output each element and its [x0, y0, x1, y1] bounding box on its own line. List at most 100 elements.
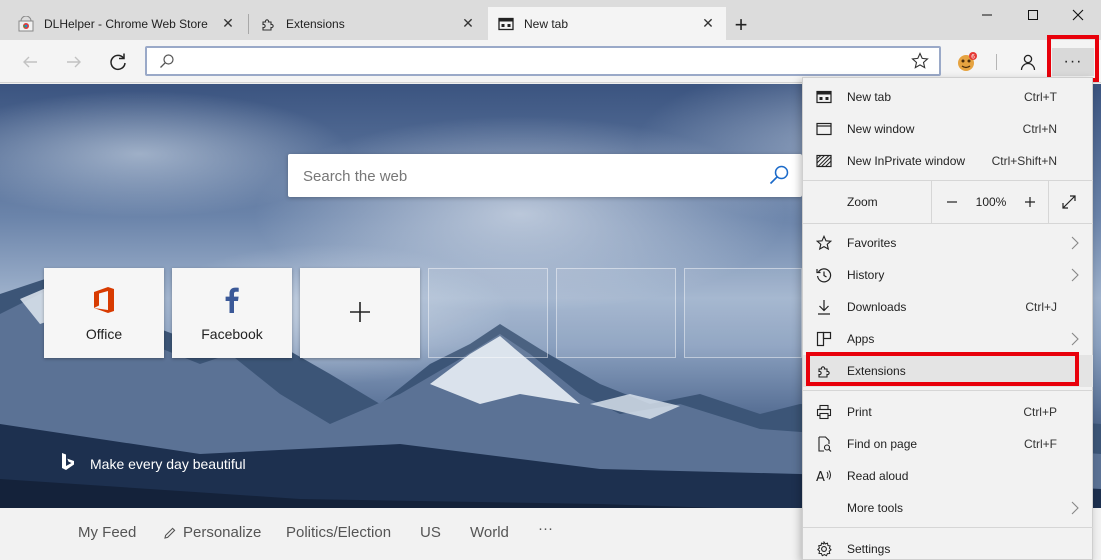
chrome-webstore-icon: [18, 15, 34, 32]
apps-icon: [816, 331, 832, 347]
extension-dlhelper-icon[interactable]: 6: [955, 50, 979, 74]
new-tab-icon: [816, 89, 832, 105]
menu-item-settings[interactable]: Settings: [803, 533, 1093, 560]
gear-icon: [816, 540, 832, 557]
menu-item-find-on-page[interactable]: Find on page Ctrl+F: [803, 428, 1093, 460]
menu-item-favorites[interactable]: Favorites: [803, 227, 1093, 259]
menu-item-history[interactable]: History: [803, 259, 1093, 291]
maximize-icon: [1028, 10, 1038, 20]
menu-item-read-aloud[interactable]: A Read aloud: [803, 460, 1093, 492]
tab-title: DLHelper - Chrome Web Store: [44, 16, 208, 31]
new-window-icon: [816, 121, 832, 137]
fullscreen-icon[interactable]: [1061, 194, 1077, 213]
top-site-tile-facebook[interactable]: Facebook: [172, 268, 292, 358]
web-search-input[interactable]: [303, 165, 743, 187]
close-tab-icon[interactable]: ✕: [700, 15, 716, 32]
menu-item-shortcut: Ctrl+F: [1024, 437, 1057, 451]
close-tab-icon[interactable]: ✕: [220, 15, 236, 32]
favorite-star-icon[interactable]: [911, 52, 929, 73]
tab-new-tab[interactable]: New tab ✕: [488, 7, 726, 40]
toolbar-divider: [996, 54, 997, 70]
refresh-button[interactable]: [104, 48, 132, 76]
zoom-value: 100%: [975, 195, 1007, 209]
menu-item-apps[interactable]: Apps: [803, 323, 1093, 355]
forward-button[interactable]: [60, 48, 88, 76]
svg-text:6: 6: [971, 53, 975, 60]
top-site-tile-office[interactable]: Office: [44, 268, 164, 358]
back-arrow-icon: [23, 56, 37, 68]
office-icon: [92, 286, 116, 317]
web-search-box[interactable]: [288, 154, 802, 197]
menu-separator: [803, 527, 1093, 528]
empty-site-tile[interactable]: [684, 268, 802, 358]
menu-item-shortcut: Ctrl+N: [1022, 122, 1057, 136]
zoom-out-button[interactable]: [940, 190, 964, 214]
tab-extensions[interactable]: Extensions ✕: [250, 7, 486, 40]
menu-item-label: Find on page: [847, 437, 918, 451]
zoom-label: Zoom: [847, 195, 878, 209]
settings-and-more-menu: New tab Ctrl+T New window Ctrl+N New InP…: [802, 77, 1093, 560]
history-icon: [816, 267, 832, 283]
highlight-box: [1047, 35, 1099, 82]
pencil-icon: [164, 527, 176, 539]
tagline-text: Make every day beautiful: [90, 455, 246, 472]
tab-title: New tab: [524, 16, 569, 31]
tile-label: Facebook: [201, 326, 263, 342]
bing-tagline[interactable]: Make every day beautiful: [60, 452, 246, 475]
menu-item-label: New tab: [847, 90, 892, 104]
address-bar[interactable]: [145, 46, 941, 76]
forward-arrow-icon: [67, 56, 81, 68]
search-icon[interactable]: [768, 164, 790, 189]
menu-item-new-window[interactable]: New window Ctrl+N: [803, 113, 1093, 145]
chevron-right-icon: [1071, 268, 1079, 285]
plus-icon: [349, 301, 371, 326]
tile-label: Office: [85, 326, 123, 342]
extensions-puzzle-icon: [260, 16, 276, 32]
menu-item-more-tools[interactable]: More tools: [803, 492, 1093, 524]
feed-tab-personalize[interactable]: Personalize: [163, 524, 261, 541]
chevron-right-icon: [1071, 236, 1079, 253]
printer-icon: [816, 404, 832, 420]
download-icon: [816, 299, 832, 315]
feed-more-button[interactable]: ···: [538, 520, 553, 537]
minimize-button[interactable]: [964, 0, 1010, 30]
tab-dlhelper[interactable]: DLHelper - Chrome Web Store ✕: [8, 7, 246, 40]
menu-item-print[interactable]: Print Ctrl+P: [803, 396, 1093, 428]
menu-item-label: History: [847, 268, 885, 282]
menu-item-shortcut: Ctrl+J: [1025, 300, 1057, 314]
refresh-icon: [110, 53, 126, 71]
zoom-row: Zoom 100%: [803, 181, 1093, 223]
address-input[interactable]: [183, 52, 883, 70]
back-button[interactable]: [16, 48, 44, 76]
profile-icon: [1020, 54, 1036, 71]
empty-site-tile[interactable]: [556, 268, 676, 358]
menu-item-new-inprivate-window[interactable]: New InPrivate window Ctrl+Shift+N: [803, 145, 1093, 177]
highlight-box: [806, 352, 1079, 386]
feed-tab-world[interactable]: World: [470, 524, 509, 541]
feed-tab-us[interactable]: US: [420, 524, 441, 541]
zoom-controls: 100%: [931, 181, 1049, 223]
menu-item-label: Apps: [847, 332, 875, 346]
add-site-tile[interactable]: [300, 268, 420, 358]
menu-item-label: New InPrivate window: [847, 154, 966, 168]
facebook-icon: [224, 286, 240, 317]
close-window-button[interactable]: [1055, 0, 1101, 30]
menu-item-shortcut: Ctrl+P: [1023, 405, 1057, 419]
chevron-right-icon: [1071, 501, 1079, 518]
close-tab-icon[interactable]: ✕: [460, 15, 476, 32]
new-tab-button[interactable]: +: [728, 12, 754, 38]
menu-item-downloads[interactable]: Downloads Ctrl+J: [803, 291, 1093, 323]
feed-tab-my-feed[interactable]: My Feed: [78, 524, 136, 541]
chevron-right-icon: [1071, 332, 1079, 349]
profile-button[interactable]: [1014, 48, 1042, 76]
maximize-button[interactable]: [1010, 0, 1056, 30]
feed-tab-politics[interactable]: Politics/Election: [286, 524, 391, 541]
menu-item-label: Favorites: [847, 236, 897, 250]
inprivate-icon: [816, 153, 832, 169]
menu-separator: [803, 390, 1093, 391]
zoom-in-button[interactable]: [1018, 190, 1042, 214]
menu-item-new-tab[interactable]: New tab Ctrl+T: [803, 81, 1093, 113]
empty-site-tile[interactable]: [428, 268, 548, 358]
menu-separator: [803, 223, 1093, 224]
bing-icon: [60, 452, 76, 475]
